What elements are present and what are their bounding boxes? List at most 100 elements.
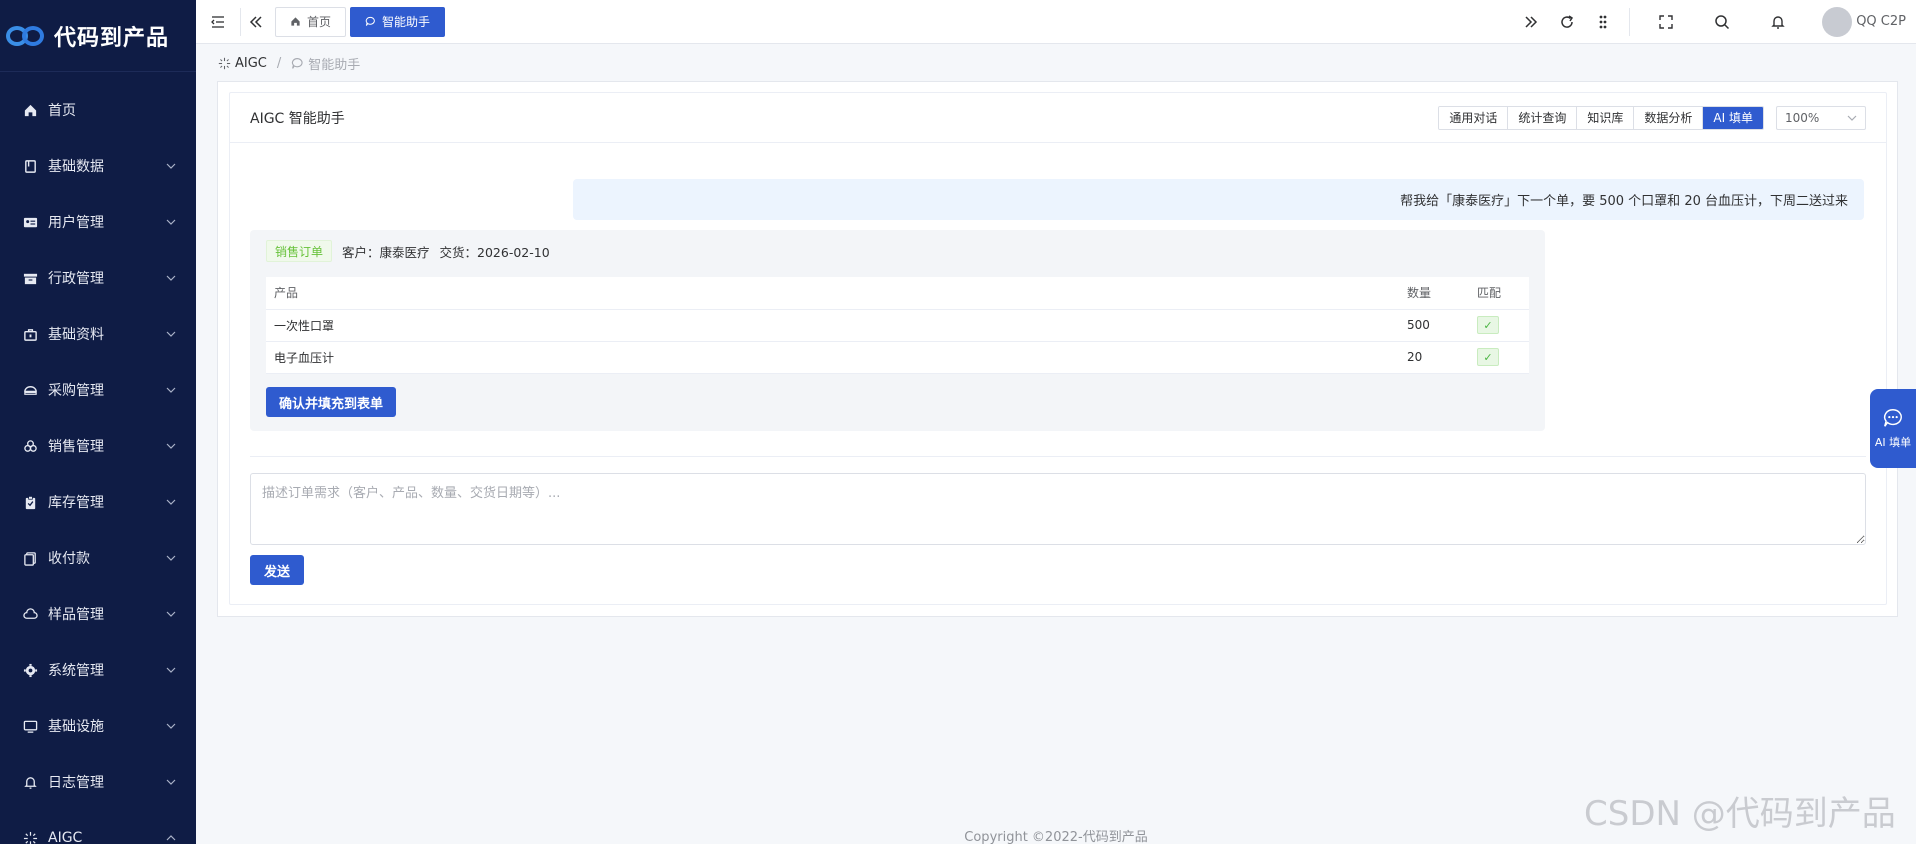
chevron-up-icon: [166, 833, 176, 843]
sidebar-item-log-management[interactable]: 日志管理: [0, 754, 196, 810]
tab-label: 首页: [307, 15, 332, 29]
confirm-fill-button[interactable]: 确认并填充到表单: [266, 387, 397, 417]
sidebar-item-sample-management[interactable]: 样品管理: [0, 586, 196, 642]
double-chevron-right-icon: [1525, 15, 1538, 28]
tabs-scroll-left-button[interactable]: [241, 0, 271, 44]
check-icon: ✓: [1477, 348, 1499, 366]
ai-fill-float-button[interactable]: AI 填单: [1870, 389, 1916, 468]
sidebar-item-sales-management[interactable]: 销售管理: [0, 418, 196, 474]
sidebar-item-label: 用户管理: [48, 215, 104, 231]
sidebar-item-payments[interactable]: 收付款: [0, 530, 196, 586]
mode-data-analysis[interactable]: 数据分析: [1634, 106, 1704, 129]
sidebar-item-label: 库存管理: [48, 495, 104, 511]
sidebar-item-system-management[interactable]: 系统管理: [0, 642, 196, 698]
menu-collapse-button[interactable]: [196, 0, 240, 44]
chevron-down-icon: [166, 161, 176, 171]
bell-icon: [22, 774, 38, 790]
menu-fold-icon: [211, 15, 224, 28]
tab-smart-assistant[interactable]: 智能助手: [350, 6, 446, 37]
username: QQ C2P: [1856, 14, 1906, 29]
chevron-down-icon: [166, 553, 176, 563]
user-message: 帮我给「康泰医疗」下一个单，要 500 个口罩和 20 台血压计，下周二送过来: [573, 179, 1864, 220]
bell-icon: [1771, 15, 1785, 29]
drag-handle-button[interactable]: [1585, 0, 1621, 44]
check-icon: ✓: [1477, 316, 1499, 334]
table-row: 一次性口罩 500 ✓: [266, 309, 1529, 342]
ai-result: 销售订单 客户：康泰医疗 交货：2026-02-10 产品 数量 匹配 一次性口…: [250, 230, 1545, 431]
sidebar-item-user-management[interactable]: 用户管理: [0, 194, 196, 250]
notifications-button[interactable]: [1750, 0, 1806, 44]
tab-home[interactable]: 首页: [275, 6, 347, 37]
tabs-scroll-right-button[interactable]: [1513, 0, 1549, 44]
sidebar-item-purchase-management[interactable]: 采购管理: [0, 362, 196, 418]
product-table: 产品 数量 匹配 一次性口罩 500 ✓ 电子血压计 20 ✓: [266, 277, 1529, 374]
brand-name: 代码到产品: [54, 25, 170, 51]
infinity-logo-icon: [6, 24, 46, 48]
coins-icon: [22, 438, 38, 454]
chevron-down-icon: [166, 721, 176, 731]
mode-general-chat[interactable]: 通用对话: [1439, 106, 1509, 129]
refresh-button[interactable]: [1549, 0, 1585, 44]
sidebar-item-label: 销售管理: [48, 439, 104, 455]
sidebar-item-infrastructure[interactable]: 基础设施: [0, 698, 196, 754]
sidebar-item-inventory-management[interactable]: 库存管理: [0, 474, 196, 530]
chevron-down-icon: [166, 497, 176, 507]
qty-cell: 500: [1399, 309, 1469, 342]
tab-label: 智能助手: [382, 15, 431, 29]
chevron-down-icon: [166, 385, 176, 395]
order-summary: 销售订单 客户：康泰医疗 交货：2026-02-10: [266, 240, 550, 262]
sparkle-icon: [218, 57, 231, 70]
database-icon: [22, 158, 38, 174]
mode-switch: 通用对话 统计查询 知识库 数据分析 AI 填单: [1438, 105, 1764, 130]
zoom-value: 100%: [1785, 110, 1820, 125]
archive-icon: [22, 270, 38, 286]
home-icon: [22, 102, 38, 118]
match-cell: ✓: [1469, 309, 1529, 342]
breadcrumb-item-aigc[interactable]: AIGC: [218, 56, 267, 71]
gear-icon: [22, 662, 38, 678]
wallet-icon: [22, 550, 38, 566]
refresh-icon: [1561, 14, 1574, 28]
sparkle-icon: [22, 830, 38, 844]
brand-logo[interactable]: 代码到产品: [0, 0, 196, 72]
qty-cell: 20: [1399, 341, 1469, 374]
send-button[interactable]: 发送: [250, 555, 305, 585]
user-menu[interactable]: QQ C2P: [1806, 0, 1916, 44]
avatar: [1822, 6, 1853, 37]
table-row: 电子血压计 20 ✓: [266, 341, 1529, 374]
chevron-down-icon: [166, 665, 176, 675]
breadcrumb-item-current: 智能助手: [291, 54, 360, 73]
sidebar-item-label: 系统管理: [48, 663, 104, 679]
sidebar-menu: 首页 基础数据 用户管理 行政管理 基础资料 采购管理 销售管理 库存管理 收付…: [0, 72, 196, 844]
fullscreen-button[interactable]: [1638, 0, 1694, 44]
product-cell: 一次性口罩: [266, 309, 1399, 342]
chevron-down-icon: [1847, 115, 1857, 121]
sidebar-item-label: 行政管理: [48, 271, 104, 287]
mode-stats-query[interactable]: 统计查询: [1508, 106, 1578, 129]
sidebar-item-aigc[interactable]: AIGC: [0, 810, 196, 844]
sidebar-item-basic-data[interactable]: 基础数据: [0, 138, 196, 194]
sidebar-item-admin-management[interactable]: 行政管理: [0, 250, 196, 306]
briefcase-icon: [22, 326, 38, 342]
zoom-select[interactable]: 100%: [1776, 105, 1866, 130]
cart-icon: [22, 382, 38, 398]
breadcrumb-label: AIGC: [235, 56, 267, 71]
search-button[interactable]: [1694, 0, 1750, 44]
chevron-down-icon: [166, 329, 176, 339]
card-header: AIGC 智能助手 通用对话 统计查询 知识库 数据分析 AI 填单 100%: [230, 93, 1886, 143]
mode-ai-form-fill[interactable]: AI 填单: [1703, 106, 1763, 129]
chevron-down-icon: [166, 441, 176, 451]
sidebar-item-label: 采购管理: [48, 383, 104, 399]
grip-dots-icon: [1599, 15, 1607, 28]
breadcrumb-separator: /: [276, 56, 282, 71]
sidebar-item-label: 基础数据: [48, 159, 104, 175]
sidebar-item-basic-info[interactable]: 基础资料: [0, 306, 196, 362]
divider: [250, 456, 1866, 457]
chevron-down-icon: [166, 609, 176, 619]
mode-knowledge-base[interactable]: 知识库: [1577, 106, 1635, 129]
sidebar-item-home[interactable]: 首页: [0, 82, 196, 138]
order-request-input[interactable]: [250, 473, 1866, 545]
sidebar-item-label: 日志管理: [48, 775, 104, 791]
double-chevron-left-icon: [249, 15, 262, 28]
sidebar-item-label: AIGC: [48, 830, 83, 844]
